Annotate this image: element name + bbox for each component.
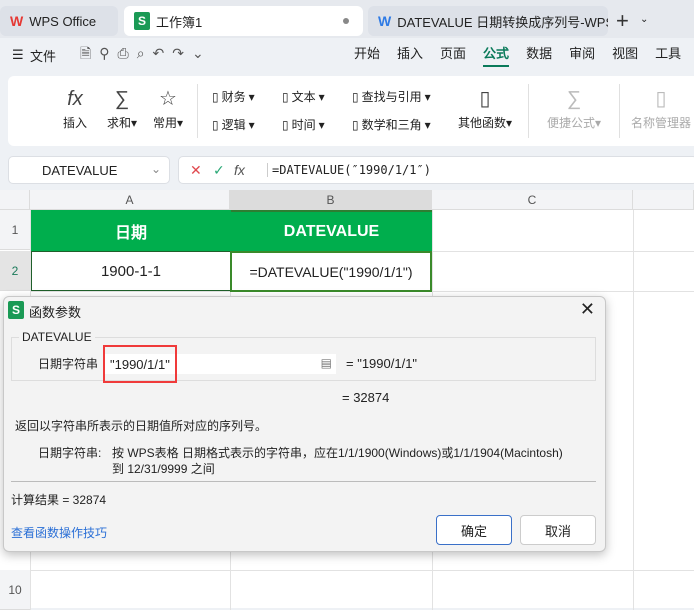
wps-writer-icon: W [378,13,392,29]
fx-icon: fx [67,88,83,110]
sheet-logo-icon: S [134,12,150,30]
wps-logo-icon: W [10,13,24,29]
tab-workbook[interactable]: S 工作簿1 [124,6,363,36]
unsaved-dot-icon [343,18,349,24]
hamburger-icon[interactable]: ☰ [12,47,24,63]
cell-a2[interactable]: 1900-1-1 [31,251,231,291]
text-icon: ▯ [282,89,289,104]
cell-b1[interactable]: DATEVALUE [231,210,432,251]
column-header-c[interactable]: C [432,190,633,210]
star-icon: ☆ [159,88,177,110]
chevron-down-icon[interactable]: ⌄ [640,14,648,25]
highlight-box [103,345,177,383]
column-header-a[interactable]: A [30,190,230,210]
new-tab-icon[interactable]: + [616,8,629,34]
finance-icon: ▯ [212,89,219,104]
logic-icon: ▯ [212,117,219,132]
clock-icon: ▯ [282,117,289,132]
select-all-corner[interactable] [0,190,30,210]
sheet-logo-icon: S [8,301,24,319]
menu-formula[interactable]: 公式 [483,43,510,67]
column-header-d[interactable] [633,190,694,210]
row-header-2[interactable]: 2 [0,251,30,291]
ribbon: fx 插入 ∑ 求和▾ ☆ 常用▾ ▯ 财务 ▾ ▯ 文本 ▾ ▯ 查找与引用 ▾ ▯ 逻辑 ▾ ▯ 时… [8,76,694,146]
cancel-button[interactable]: 取消 [520,515,596,545]
menu-bar: ☰ 文件 🗎⚲⎙⌕↶↷⌄ 开始 插入 页面 公式 数据 审阅 视图 工具 [0,40,694,70]
chevron-down-icon[interactable]: ⌄ [151,162,161,176]
close-icon[interactable]: ✕ [580,299,595,320]
menu-data[interactable]: 数据 [526,43,552,67]
insert-function-button[interactable]: fx 插入 [60,84,90,131]
menu-insert[interactable]: 插入 [397,43,423,67]
menu-review[interactable]: 审阅 [569,43,595,67]
text-button[interactable]: ▯ 文本 ▾ [282,88,325,105]
column-header-b[interactable]: B [230,190,432,210]
lookup-button[interactable]: ▯ 查找与引用 ▾ [352,88,431,105]
tab-datevalue-doc[interactable]: W DATEVALUE 日期转换成序列号-WPS [368,6,608,36]
menu-view[interactable]: 视图 [612,43,638,67]
more-functions-icon: ▯ [479,88,491,110]
name-manager-icon: ▯ [655,88,667,110]
menu-page[interactable]: 页面 [440,43,466,67]
function-tips-link[interactable]: 查看函数操作技巧 [11,524,107,541]
common-button[interactable]: ☆ 常用▾ [148,84,188,131]
sum-button[interactable]: ∑ 求和▾ [102,84,142,131]
quick-sum-icon: ∑ [566,88,582,110]
logic-button[interactable]: ▯ 逻辑 ▾ [212,116,255,133]
cell-b2-selected[interactable]: =DATEVALUE("1990/1/1") [230,251,432,292]
cell-a1[interactable]: 日期 [31,210,231,251]
fx-icon[interactable]: fx [234,162,245,178]
cancel-icon[interactable]: ✕ [190,162,202,179]
name-manager-button[interactable]: ▯ 名称管理器 [628,84,694,131]
name-box[interactable]: DATEVALUE ⌄ [8,156,170,184]
range-select-icon[interactable]: ▤ [321,356,332,370]
finance-button[interactable]: ▯ 财务 ▾ [212,88,255,105]
file-menu[interactable]: 文件 [30,46,56,65]
tab-wps-office[interactable]: W WPS Office [0,6,118,36]
sigma-icon: ∑ [114,88,130,110]
quick-formula-button[interactable]: ∑ 便捷公式▾ [542,84,606,131]
quick-access-icons[interactable]: 🗎⚲⎙⌕↶↷⌄ [80,43,212,67]
row-header-10[interactable]: 10 [0,570,30,610]
menu-start[interactable]: 开始 [354,43,380,67]
math-icon: ▯ [352,117,359,132]
tab-bar: W WPS Office S 工作簿1 W DATEVALUE 日期转换成序列号… [0,0,694,38]
time-button[interactable]: ▯ 时间 ▾ [282,116,325,133]
formula-input[interactable]: =DATEVALUE(″1990/1/1″) [267,163,431,177]
divider [11,481,596,482]
formula-bar[interactable]: ✕ ✓ fx =DATEVALUE(″1990/1/1″) [178,156,694,184]
row-header-1[interactable]: 1 [0,210,30,250]
confirm-icon[interactable]: ✓ [213,162,225,179]
ok-button[interactable]: 确定 [436,515,512,545]
other-functions-button[interactable]: ▯ 其他函数▾ [454,84,516,131]
math-button[interactable]: ▯ 数学和三角 ▾ [352,116,431,133]
menu-tools[interactable]: 工具 [655,43,681,67]
function-arguments-dialog: S 函数参数 ✕ DATEVALUE 日期字符串 "1990/1/1" ▤ = … [3,296,606,552]
lookup-icon: ▯ [352,89,359,104]
